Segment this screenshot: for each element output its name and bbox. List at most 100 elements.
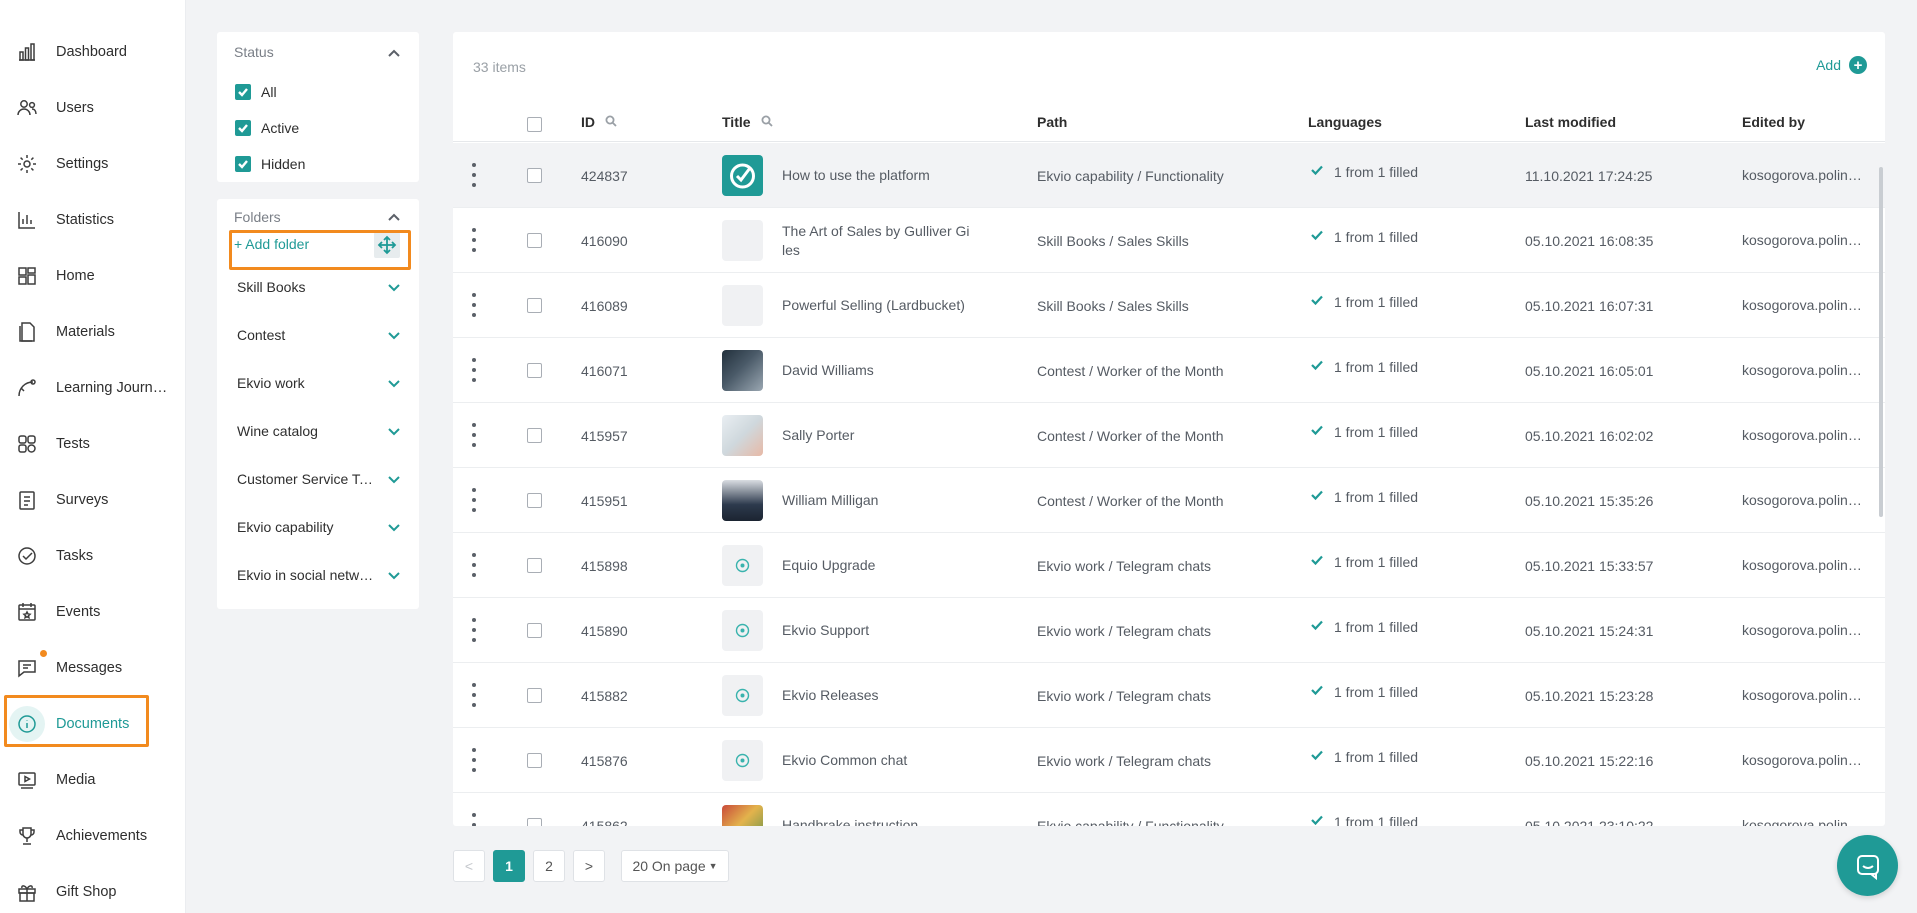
sidebar-item-surveys[interactable]: Surveys <box>0 480 186 520</box>
sidebar-item-documents[interactable]: Documents <box>0 704 186 744</box>
table-row[interactable]: 424837 How to use the platform Ekvio capab… <box>453 143 1885 208</box>
table-row[interactable]: 415898 Equio Upgrade Ekvio work / Telegram… <box>453 533 1885 598</box>
column-edited-by[interactable]: Edited by <box>1742 114 1805 130</box>
more-options-icon[interactable] <box>471 488 477 512</box>
next-page-button[interactable]: > <box>573 850 605 882</box>
sidebar-item-messages[interactable]: Messages <box>0 648 186 688</box>
chevron-down-icon[interactable] <box>387 424 401 438</box>
sidebar-item-tests[interactable]: Tests <box>0 424 186 464</box>
folder-item[interactable]: Ekvio in social netwo… <box>217 555 419 595</box>
row-checkbox[interactable] <box>527 168 542 183</box>
page-size-select[interactable]: 20 On page ▼ <box>621 850 729 882</box>
column-path[interactable]: Path <box>1037 114 1067 130</box>
cell-title[interactable]: Sally Porter <box>782 403 982 468</box>
table-row[interactable]: 415882 Ekvio Releases Ekvio work / Telegra… <box>453 663 1885 728</box>
more-options-icon[interactable] <box>471 163 477 187</box>
sidebar-item-users[interactable]: Users <box>0 88 186 128</box>
folder-item[interactable]: Customer Service Te… <box>217 459 419 499</box>
more-options-icon[interactable] <box>471 228 477 252</box>
sidebar-item-media[interactable]: Media <box>0 760 186 800</box>
chevron-up-icon[interactable] <box>387 46 401 60</box>
scrollbar[interactable] <box>1879 167 1883 517</box>
folder-item[interactable]: Contest <box>217 315 419 355</box>
row-checkbox[interactable] <box>527 363 542 378</box>
cell-title[interactable]: Powerful Selling (Lardbucket) <box>782 273 982 338</box>
row-checkbox[interactable] <box>527 818 542 826</box>
chevron-down-icon[interactable] <box>387 568 401 582</box>
cell-title[interactable]: Ekvio Common chat <box>782 728 982 793</box>
chevron-down-icon[interactable] <box>387 376 401 390</box>
cell-title[interactable]: Ekvio Releases <box>782 663 982 728</box>
sidebar-item-achievements[interactable]: Achievements <box>0 816 186 856</box>
table-row[interactable]: 416071 David Williams Contest / Worker of … <box>453 338 1885 403</box>
row-checkbox[interactable] <box>527 753 542 768</box>
search-icon[interactable] <box>595 114 617 130</box>
sidebar-item-gift-shop[interactable]: Gift Shop <box>0 872 186 912</box>
page-2-button[interactable]: 2 <box>533 850 565 882</box>
cell-title[interactable]: David Williams <box>782 338 982 403</box>
folder-item[interactable]: Ekvio capability <box>217 507 419 547</box>
chevron-down-icon[interactable] <box>387 280 401 294</box>
sidebar-item-learning-journe[interactable]: Learning Journe… <box>0 368 186 408</box>
status-hidden-checkbox[interactable]: Hidden <box>235 154 305 174</box>
row-checkbox[interactable] <box>527 623 542 638</box>
column-languages[interactable]: Languages <box>1308 114 1382 130</box>
chevron-down-icon[interactable] <box>387 328 401 342</box>
folder-item[interactable]: Wine catalog <box>217 411 419 451</box>
move-icon[interactable] <box>374 232 400 258</box>
status-active-checkbox[interactable]: Active <box>235 118 299 138</box>
chat-support-button[interactable] <box>1837 835 1898 896</box>
more-options-icon[interactable] <box>471 358 477 382</box>
sidebar-item-materials[interactable]: Materials <box>0 312 186 352</box>
add-document-button[interactable]: Add + <box>1816 56 1867 74</box>
more-options-icon[interactable] <box>471 423 477 447</box>
more-options-icon[interactable] <box>471 293 477 317</box>
table-row[interactable]: 415890 Ekvio Support Ekvio work / Telegram… <box>453 598 1885 663</box>
row-checkbox[interactable] <box>527 688 542 703</box>
more-options-icon[interactable] <box>471 683 477 707</box>
cell-title[interactable]: William Milligan <box>782 468 982 533</box>
sidebar-item-statistics[interactable]: Statistics <box>0 200 186 240</box>
sidebar-item-home[interactable]: Home <box>0 256 186 296</box>
prev-page-button[interactable]: < <box>453 850 485 882</box>
add-folder-link[interactable]: + Add folder <box>234 236 309 252</box>
sidebar-item-settings[interactable]: Settings <box>0 144 186 184</box>
row-checkbox[interactable] <box>527 558 542 573</box>
table-row[interactable]: 415957 Sally Porter Contest / Worker of th… <box>453 403 1885 468</box>
row-checkbox[interactable] <box>527 493 542 508</box>
more-options-icon[interactable] <box>471 748 477 772</box>
more-options-icon[interactable] <box>471 813 477 826</box>
sidebar-item-dashboard[interactable]: Dashboard <box>0 32 186 72</box>
cell-id: 415898 <box>581 557 628 574</box>
row-checkbox[interactable] <box>527 298 542 313</box>
cell-title[interactable]: The Art of Sales by Gulliver Gi les <box>782 208 982 273</box>
cell-title[interactable]: Ekvio Support <box>782 598 982 663</box>
cell-title[interactable]: Equio Upgrade <box>782 533 982 598</box>
column-last-modified[interactable]: Last modified <box>1525 114 1616 130</box>
folder-item[interactable]: Skill Books <box>217 267 419 307</box>
table-row[interactable]: 415951 William Milligan Contest / Worker o… <box>453 468 1885 533</box>
table-row[interactable]: 416090 The Art of Sales by Gulliver Gi le… <box>453 208 1885 273</box>
select-all-checkbox[interactable] <box>527 117 542 132</box>
cell-title[interactable]: Handbrake instruction <box>782 793 982 826</box>
more-options-icon[interactable] <box>471 553 477 577</box>
cell-title[interactable]: How to use the platform <box>782 143 982 208</box>
page-1-button[interactable]: 1 <box>493 850 525 882</box>
status-all-checkbox[interactable]: All <box>235 82 277 102</box>
folder-item[interactable]: Ekvio work <box>217 363 419 403</box>
chevron-down-icon[interactable] <box>387 472 401 486</box>
row-checkbox[interactable] <box>527 233 542 248</box>
table-row[interactable]: 415862 Handbrake instruction Ekvio capabil… <box>453 793 1885 826</box>
more-options-icon[interactable] <box>471 618 477 642</box>
table-row[interactable]: 416089 Powerful Selling (Lardbucket) Skill… <box>453 273 1885 338</box>
table-row[interactable]: 415876 Ekvio Common chat Ekvio work / Tele… <box>453 728 1885 793</box>
chevron-down-icon[interactable] <box>387 520 401 534</box>
sidebar-item-events[interactable]: Events <box>0 592 186 632</box>
search-icon[interactable] <box>751 114 773 130</box>
chevron-up-icon[interactable] <box>387 210 401 224</box>
column-id[interactable]: ID <box>581 114 617 130</box>
sidebar-item-tasks[interactable]: Tasks <box>0 536 186 576</box>
column-title[interactable]: Title <box>722 114 773 130</box>
row-checkbox[interactable] <box>527 428 542 443</box>
users-icon <box>14 95 40 121</box>
